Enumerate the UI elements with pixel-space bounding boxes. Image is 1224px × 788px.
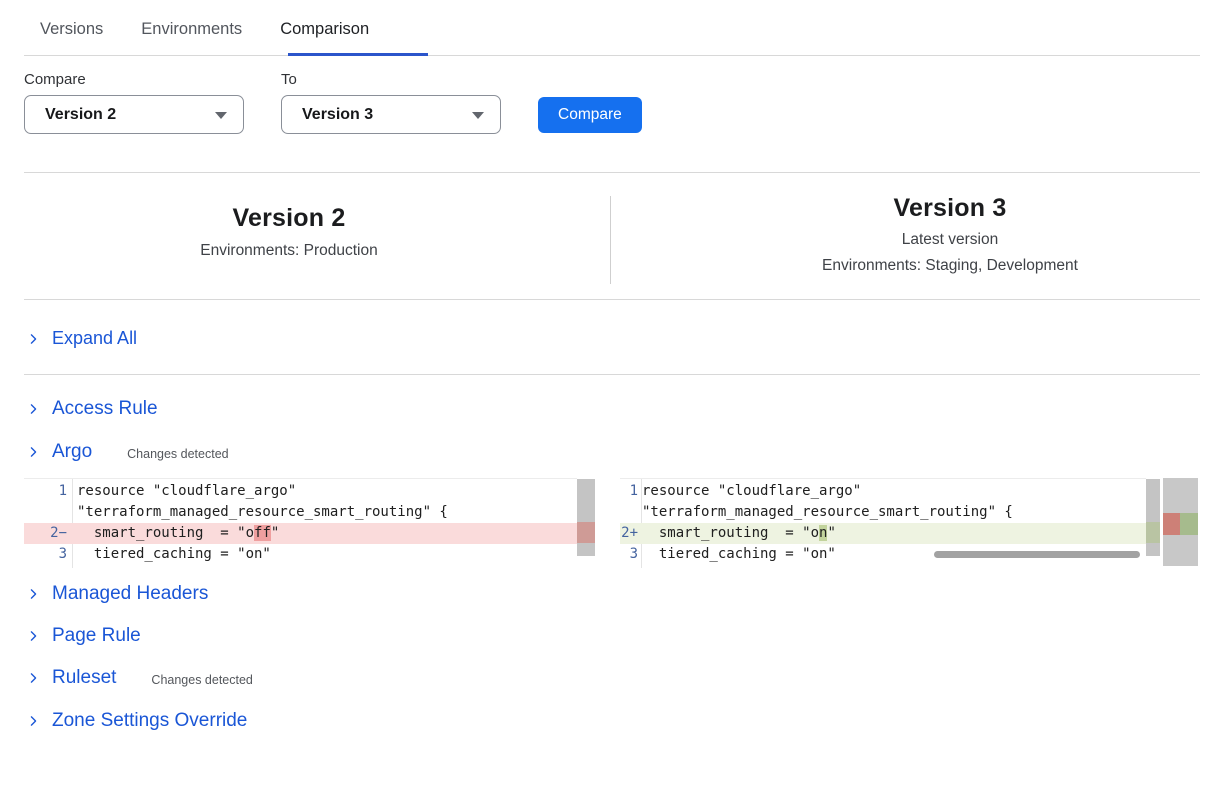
expand-all-button[interactable]: Expand All [0, 328, 137, 349]
tab-bar: Versions Environments Comparison [40, 20, 369, 39]
compare-to-value: Version 3 [282, 106, 373, 124]
diff-line: } [620, 565, 1146, 568]
chevron-right-icon [28, 714, 39, 728]
scrollbar-thumb[interactable] [1146, 479, 1160, 556]
comparison-page: Versions Environments Comparison Compare… [0, 0, 1224, 788]
tab-environments[interactable]: Environments [141, 20, 242, 39]
diff-line: 1 resource "cloudflare_argo" [24, 481, 577, 502]
section-label: Argo [52, 441, 92, 463]
changes-detected-badge: Changes detected [127, 444, 228, 461]
divider [24, 172, 1200, 173]
chevron-down-icon [472, 112, 484, 119]
diff-line-removed: 2− smart_routing = "off" [24, 523, 577, 544]
divider [24, 374, 1200, 375]
scrollbar-thumb[interactable] [577, 479, 595, 556]
code-text: tiered_caching = "on" [638, 544, 836, 565]
chevron-right-icon [28, 402, 39, 416]
section-access-rule[interactable]: Access Rule [0, 398, 158, 420]
diff-line: 3 tiered_caching = "on" [24, 544, 577, 565]
code-segment: " [271, 525, 279, 541]
compare-from-select[interactable]: Version 2 [24, 95, 244, 134]
tab-comparison[interactable]: Comparison [280, 20, 369, 39]
code-text: "terraform_managed_resource_smart_routin… [68, 502, 448, 523]
code-segment: smart_routing = "o [77, 525, 254, 541]
right-version-environments: Environments: Staging, Development [650, 257, 1224, 275]
divider [24, 55, 1200, 56]
removed-word-highlight: ff [254, 525, 271, 541]
compare-to-select[interactable]: Version 3 [281, 95, 501, 134]
code-text: tiered_caching = "on" [68, 544, 271, 565]
compare-field-label: Compare [24, 71, 86, 88]
compare-button[interactable]: Compare [538, 97, 642, 133]
chevron-down-icon [215, 112, 227, 119]
code-text: } [638, 565, 650, 568]
section-argo[interactable]: Argo Changes detected [0, 441, 229, 463]
section-page-rule[interactable]: Page Rule [0, 625, 141, 647]
chevron-right-icon [28, 445, 39, 459]
left-version-title: Version 2 [24, 204, 554, 233]
code-text: resource "cloudflare_argo" [68, 481, 296, 502]
left-vertical-scrollbar[interactable] [577, 479, 595, 567]
chevron-right-icon [28, 671, 39, 685]
ruler-added-mark [1180, 513, 1198, 535]
line-number [24, 565, 68, 568]
code-segment: smart_routing = "o [642, 525, 819, 541]
compare-from-value: Version 2 [25, 106, 116, 124]
divider [24, 299, 1200, 300]
left-version-header: Version 2 Environments: Production [24, 204, 554, 260]
line-number [24, 502, 68, 523]
changes-detected-badge: Changes detected [151, 670, 252, 687]
section-ruleset[interactable]: Ruleset Changes detected [0, 667, 253, 689]
active-tab-indicator [288, 53, 428, 56]
right-version-title: Version 3 [650, 194, 1224, 223]
diff-left-panel[interactable]: 1 resource "cloudflare_argo" "terraform_… [24, 478, 577, 568]
section-label: Page Rule [52, 625, 141, 647]
line-number: 3 [620, 544, 638, 565]
line-number: 3 [24, 544, 68, 565]
expand-all-label: Expand All [52, 328, 137, 349]
chevron-right-icon [28, 332, 39, 346]
ruler-removed-mark [1163, 513, 1180, 535]
scrollbar-removed-mark [577, 522, 595, 543]
section-label: Access Rule [52, 398, 158, 420]
right-version-subtitle: Latest version [650, 231, 1224, 249]
diff-line: 1 resource "cloudflare_argo" [620, 481, 1146, 502]
section-label: Managed Headers [52, 583, 208, 605]
code-text: resource "cloudflare_argo" [638, 481, 861, 502]
right-version-header: Version 3 Latest version Environments: S… [650, 194, 1224, 275]
to-field-label: To [281, 71, 297, 88]
code-text: smart_routing = "off" [68, 523, 279, 544]
line-number: 1 [620, 481, 638, 502]
line-number: 2− [24, 523, 68, 544]
section-managed-headers[interactable]: Managed Headers [0, 583, 208, 605]
code-text: smart_routing = "on" [638, 523, 836, 544]
line-number [620, 565, 638, 568]
diff-line-added: 2+ smart_routing = "on" [620, 523, 1146, 544]
code-text: "terraform_managed_resource_smart_routin… [638, 502, 1013, 523]
chevron-right-icon [28, 587, 39, 601]
diff-overview-ruler[interactable] [1163, 478, 1198, 566]
code-text: } [68, 565, 85, 568]
section-label: Zone Settings Override [52, 710, 247, 732]
line-number: 2+ [620, 523, 638, 544]
chevron-right-icon [28, 629, 39, 643]
right-vertical-scrollbar[interactable] [1146, 479, 1160, 567]
scrollbar-added-mark [1146, 522, 1160, 543]
line-number: 1 [24, 481, 68, 502]
horizontal-scrollbar[interactable] [934, 551, 1140, 558]
section-label: Ruleset [52, 667, 116, 689]
tab-versions[interactable]: Versions [40, 20, 103, 39]
diff-line-wrap: "terraform_managed_resource_smart_routin… [620, 502, 1146, 523]
code-segment: " [827, 525, 835, 541]
diff-line: } [24, 565, 577, 568]
section-zone-settings-override[interactable]: Zone Settings Override [0, 710, 247, 732]
line-number [620, 502, 638, 523]
version-header-separator [610, 196, 611, 284]
diff-line-wrap: "terraform_managed_resource_smart_routin… [24, 502, 577, 523]
left-version-environments: Environments: Production [24, 242, 554, 260]
